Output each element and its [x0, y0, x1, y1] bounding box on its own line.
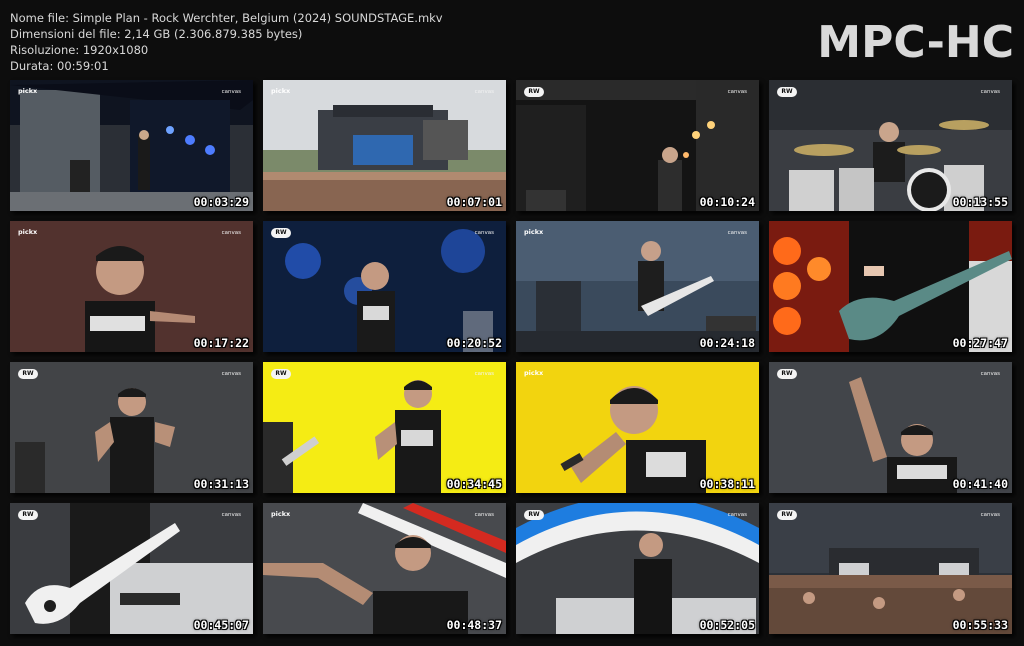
canvas-logo: canvas [221, 371, 241, 377]
scene-drummer [769, 80, 1012, 211]
scene-singer-pointing-stripes [263, 503, 506, 634]
thumbnail-3: RW canvas 00:10:24 [516, 80, 759, 211]
canvas-logo: canvas [980, 512, 1000, 518]
timestamp: 00:13:55 [952, 195, 1008, 209]
thumbnail-10: RW canvas 00:34:45 [263, 362, 506, 493]
pickx-logo: pickx [524, 369, 544, 377]
scene-singer-blue-arc [516, 503, 759, 634]
pickx-logo: pickx [524, 228, 544, 236]
timestamp: 00:24:18 [699, 336, 755, 350]
canvas-logo: canvas [221, 512, 241, 518]
mpc-hc-logo: MPC-HC [817, 17, 1014, 68]
thumbnail-5: pickx canvas 00:17:22 [10, 221, 253, 352]
timestamp: 00:17:22 [193, 336, 249, 350]
canvas-logo: canvas [474, 89, 494, 95]
pickx-logo: pickx [271, 510, 291, 518]
scene-singer-arm-raised [769, 362, 1012, 493]
timestamp: 00:41:40 [952, 477, 1008, 491]
scene-singer-blue-lights [263, 221, 506, 352]
scene-singer-pointing-closeup [10, 221, 253, 352]
thumbnail-14: pickx canvas 00:48:37 [263, 503, 506, 634]
canvas-logo: canvas [727, 89, 747, 95]
canvas-logo: canvas [980, 89, 1000, 95]
timestamp: 00:10:24 [699, 195, 755, 209]
thumbnail-grid: pickx canvas 00:03:29 pickx canvas 00:07… [10, 80, 1014, 634]
canvas-logo: canvas [727, 230, 747, 236]
file-info-panel: Nome file: Simple Plan - Rock Werchter, … [10, 10, 443, 74]
thumbnail-sheet: Nome file: Simple Plan - Rock Werchter, … [0, 0, 1024, 646]
thumbnail-6: RW canvas 00:20:52 [263, 221, 506, 352]
pickx-logo: pickx [18, 87, 38, 95]
thumbnail-8: 00:27:47 [769, 221, 1012, 352]
resolution-line: Risoluzione: 1920x1080 [10, 43, 149, 57]
duration-line: Durata: 00:59:01 [10, 59, 109, 73]
thumbnail-12: RW canvas 00:41:40 [769, 362, 1012, 493]
thumbnail-4: RW canvas 00:13:55 [769, 80, 1012, 211]
scene-wide-crowd-day [769, 503, 1012, 634]
timestamp: 00:20:52 [446, 336, 502, 350]
canvas-logo: canvas [474, 512, 494, 518]
timestamp: 00:52:05 [699, 618, 755, 632]
scene-singer-yellow-closeup [516, 362, 759, 493]
timestamp: 00:34:45 [446, 477, 502, 491]
scene-guitar-white-amp [10, 503, 253, 634]
thumbnail-13: RW canvas 00:45:07 [10, 503, 253, 634]
rw-logo: RW [524, 510, 544, 520]
thumbnail-2: pickx canvas 00:07:01 [263, 80, 506, 211]
canvas-logo: canvas [980, 371, 1000, 377]
timestamp: 00:07:01 [446, 195, 502, 209]
pickx-logo: pickx [18, 228, 38, 236]
scene-singer-yellow [263, 362, 506, 493]
rw-logo: RW [777, 510, 797, 520]
canvas-logo: canvas [474, 371, 494, 377]
timestamp: 00:38:11 [699, 477, 755, 491]
scene-guitar-closeup-red [769, 221, 1012, 352]
timestamp: 00:03:29 [193, 195, 249, 209]
rw-logo: RW [18, 510, 38, 520]
scene-singer-mic [10, 362, 253, 493]
canvas-logo: canvas [727, 512, 747, 518]
file-size-line: Dimensioni del file: 2,14 GB (2.306.879.… [10, 27, 303, 41]
rw-logo: RW [777, 369, 797, 379]
pickx-logo: pickx [271, 87, 291, 95]
scene-crowd-stage-overcast [263, 80, 506, 211]
thumbnail-16: RW canvas 00:55:33 [769, 503, 1012, 634]
rw-logo: RW [18, 369, 38, 379]
canvas-logo: canvas [221, 230, 241, 236]
thumbnail-15: RW canvas 00:52:05 [516, 503, 759, 634]
thumbnail-7: pickx canvas 00:24:18 [516, 221, 759, 352]
rw-logo: RW [777, 87, 797, 97]
thumbnail-9: RW canvas 00:31:13 [10, 362, 253, 493]
timestamp: 00:45:07 [193, 618, 249, 632]
thumbnail-11: pickx 00:38:11 [516, 362, 759, 493]
scene-guitarist-stage [516, 221, 759, 352]
file-name-line: Nome file: Simple Plan - Rock Werchter, … [10, 11, 443, 25]
timestamp: 00:27:47 [952, 336, 1008, 350]
timestamp: 00:31:13 [193, 477, 249, 491]
rw-logo: RW [271, 228, 291, 238]
canvas-logo: canvas [221, 89, 241, 95]
scene-stage-wide-night [10, 80, 253, 211]
scene-dark-stage-singer [516, 80, 759, 211]
rw-logo: RW [524, 87, 544, 97]
timestamp: 00:48:37 [446, 618, 502, 632]
thumbnail-1: pickx canvas 00:03:29 [10, 80, 253, 211]
timestamp: 00:55:33 [952, 618, 1008, 632]
canvas-logo: canvas [474, 230, 494, 236]
rw-logo: RW [271, 369, 291, 379]
